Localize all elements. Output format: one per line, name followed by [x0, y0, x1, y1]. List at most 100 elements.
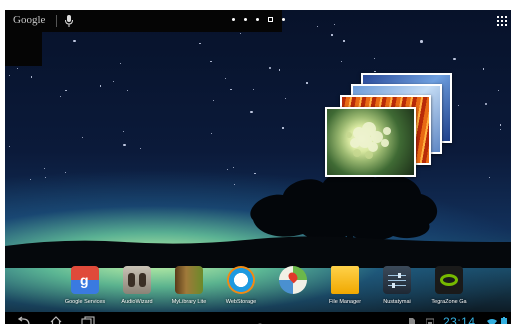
star	[30, 76, 33, 78]
star	[210, 61, 212, 63]
star	[489, 176, 491, 179]
star	[343, 40, 345, 42]
battery-icon	[501, 317, 507, 324]
app-audiowizard[interactable]: AudioWizard	[109, 266, 165, 305]
star	[374, 70, 376, 72]
page-dot	[232, 18, 235, 21]
notification-document-icon	[409, 318, 415, 324]
home-icon[interactable]	[49, 316, 63, 324]
all-apps-icon[interactable]	[497, 16, 507, 26]
star	[44, 176, 46, 178]
app-label: File Manager	[328, 299, 362, 305]
star	[482, 68, 484, 70]
app-label: AudioWizard	[121, 299, 153, 305]
star	[212, 99, 215, 101]
maps-icon	[279, 266, 307, 294]
star	[8, 74, 10, 76]
app-google-services[interactable]: g Google Services	[57, 266, 113, 305]
page-dot	[256, 18, 259, 21]
app-label: Google Services	[64, 299, 106, 305]
status-clock[interactable]: 23:14	[443, 315, 476, 324]
notification-image-icon	[426, 318, 434, 324]
star	[99, 85, 101, 87]
star	[9, 146, 11, 148]
system-nav-bar: 23:14	[5, 312, 511, 324]
star	[65, 89, 67, 92]
star	[30, 179, 32, 181]
star	[333, 23, 335, 25]
page-dot	[282, 18, 285, 21]
google-logo[interactable]: Google	[13, 14, 45, 26]
star	[340, 60, 343, 62]
recents-icon[interactable]	[81, 316, 95, 324]
star	[230, 89, 232, 91]
app-maps[interactable]	[265, 266, 321, 299]
star	[306, 82, 308, 84]
star	[499, 124, 502, 126]
page-indicator	[232, 17, 285, 22]
star	[239, 32, 241, 34]
star	[250, 110, 253, 114]
search-divider	[56, 15, 57, 27]
audiowizard-icon	[123, 266, 151, 294]
star	[140, 147, 142, 150]
file-manager-icon	[331, 266, 359, 294]
app-settings[interactable]: Nustatymai	[369, 266, 425, 305]
star	[17, 68, 19, 70]
settings-icon	[383, 266, 411, 294]
app-mylibrary-lite[interactable]: MyLibrary Lite	[161, 266, 217, 305]
page-dot	[244, 18, 247, 21]
app-label: Nustatymai	[383, 299, 411, 305]
top-border	[282, 0, 511, 10]
star	[112, 80, 114, 83]
star	[227, 168, 229, 171]
star	[331, 34, 333, 36]
app-webstorage[interactable]: WebStorage	[213, 266, 269, 305]
star	[252, 88, 255, 91]
star	[317, 25, 319, 27]
star	[82, 137, 84, 139]
app-dock: g Google Services AudioWizard MyLibrary …	[57, 266, 477, 312]
star	[224, 77, 226, 80]
home-screen: Google g Google Services AudioWizard MyL…	[5, 10, 511, 324]
star	[122, 130, 124, 133]
mylibrary-icon	[175, 266, 203, 294]
tegrazone-icon	[435, 266, 463, 294]
mic-icon[interactable]	[63, 14, 75, 28]
star	[282, 127, 284, 129]
star	[59, 96, 61, 98]
wifi-icon	[487, 319, 497, 324]
hydrangea-photo	[346, 122, 391, 159]
app-label: MyLibrary Lite	[171, 299, 207, 305]
star	[126, 89, 129, 91]
star	[453, 57, 456, 61]
star	[373, 58, 375, 60]
star	[268, 66, 272, 70]
wallpaper-ground	[5, 236, 511, 268]
star	[497, 90, 499, 92]
star	[500, 128, 502, 130]
webstorage-icon	[227, 266, 255, 294]
star	[120, 63, 122, 65]
star	[123, 143, 126, 147]
star	[484, 102, 488, 106]
star	[65, 171, 67, 173]
star	[234, 184, 236, 186]
app-label: WebStorage	[225, 299, 257, 305]
star	[458, 105, 460, 107]
photo-front-item[interactable]	[325, 107, 416, 177]
google-services-icon: g	[71, 266, 99, 294]
star	[278, 69, 280, 71]
app-file-manager[interactable]: File Manager	[317, 266, 373, 305]
star	[285, 97, 287, 99]
search-bar-shadow	[5, 32, 42, 66]
star	[73, 39, 76, 43]
star	[420, 40, 423, 43]
app-label: TegraZone Ga	[431, 299, 467, 305]
app-tegrazone[interactable]: TegraZone Ga	[421, 266, 477, 305]
star	[233, 167, 235, 169]
star	[44, 168, 46, 170]
back-icon[interactable]	[17, 316, 31, 324]
star	[211, 132, 213, 134]
star	[199, 43, 201, 45]
